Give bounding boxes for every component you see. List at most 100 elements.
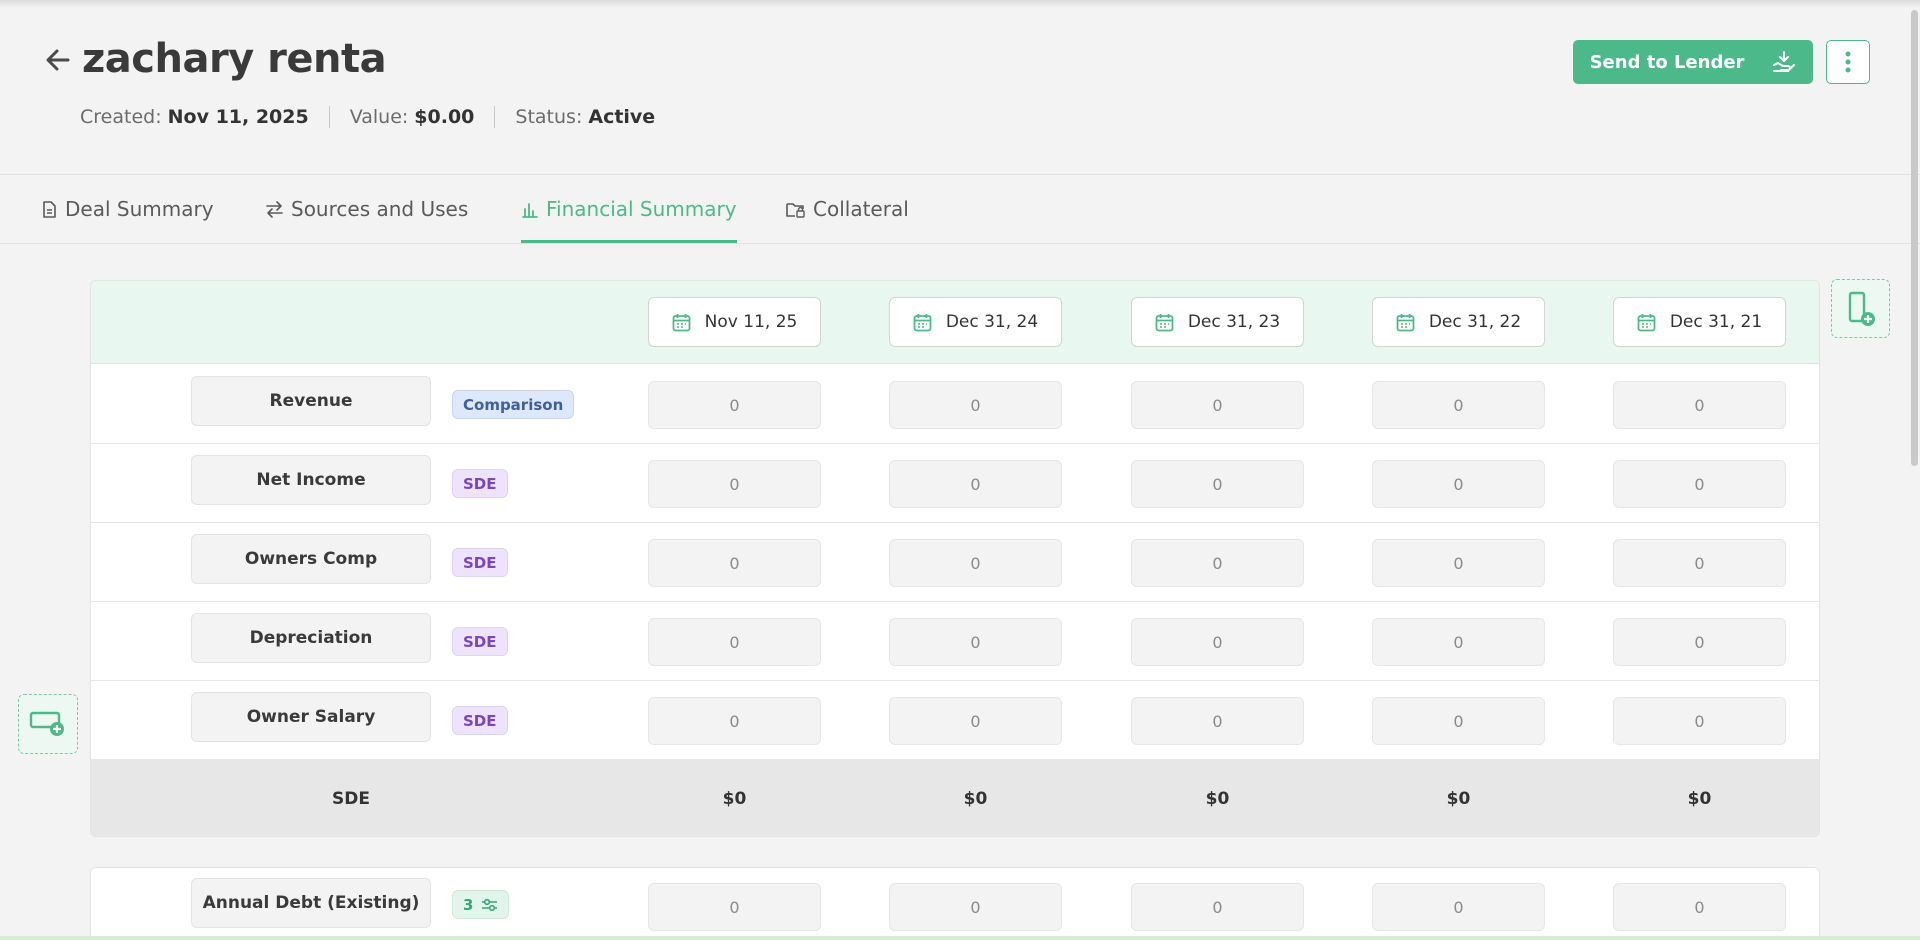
debt-count-badge[interactable]: 3 [452,890,510,919]
row-label[interactable]: Depreciation [191,613,431,663]
created-value: Nov 11, 2025 [167,106,309,128]
tab-deal-summary[interactable]: Deal Summary [42,175,214,243]
page-title: zachary renta [82,36,387,82]
financial-summary-table: Nov 11, 25 Dec 31, 24 Dec 31, 23 Dec 31,… [90,280,1820,837]
value-cell[interactable]: 0 [1372,381,1545,429]
kebab-menu-icon [1845,51,1851,73]
value-cell[interactable]: 0 [1613,697,1786,745]
bar-chart-icon [522,202,538,218]
sde-badge[interactable]: SDE [452,706,508,735]
value-cell[interactable]: 0 [1131,883,1304,931]
row-label[interactable]: Net Income [191,455,431,505]
value-cell[interactable]: 0 [648,460,821,508]
sde-badge[interactable]: SDE [452,627,508,656]
date-label: Nov 11, 25 [704,312,798,332]
sde-total-row: SDE $0 $0 $0 $0 $0 [91,759,1819,836]
value-cell[interactable]: 0 [648,883,821,931]
value-cell[interactable]: 0 [1613,460,1786,508]
value-label: Value: [349,106,409,128]
date-picker[interactable]: Dec 31, 24 [889,297,1062,347]
value-cell[interactable]: 0 [648,539,821,587]
total-value: $0 [722,788,747,809]
calendar-icon [1155,313,1174,331]
date-picker[interactable]: Dec 31, 22 [1372,297,1545,347]
back-arrow-icon[interactable] [42,44,74,76]
deal-meta: Created: Nov 11, 2025 Value: $0.00 Statu… [80,106,655,128]
deal-header: zachary renta Created: Nov 11, 2025 Valu… [0,0,1920,174]
date-picker[interactable]: Nov 11, 25 [648,297,821,347]
add-row-button[interactable] [18,694,78,754]
value-cell[interactable]: 0 [1131,697,1304,745]
value-cell[interactable]: 0 [1372,697,1545,745]
row-label[interactable]: Annual Debt (Existing) [191,878,431,928]
date-label: Dec 31, 23 [1187,312,1281,332]
value-cell[interactable]: 0 [889,883,1062,931]
tab-sources-and-uses[interactable]: Sources and Uses [266,175,468,243]
divider [328,106,330,128]
more-options-button[interactable] [1826,40,1870,84]
add-row-icon [29,711,64,736]
sde-badge[interactable]: SDE [452,548,508,577]
value-cell[interactable]: 0 [1131,539,1304,587]
tab-label: Financial Summary [546,197,737,221]
folder-lock-icon [786,202,805,218]
value-cell[interactable]: 0 [1372,883,1545,931]
tab-collateral[interactable]: Collateral [786,175,909,243]
annual-debt-table: Annual Debt (Existing) 3 0 0 0 0 0 [90,867,1820,940]
value-cell[interactable]: 0 [1613,618,1786,666]
value-cell[interactable]: 0 [889,697,1062,745]
date-picker[interactable]: Dec 31, 21 [1613,297,1786,347]
table-header: Nov 11, 25 Dec 31, 24 Dec 31, 23 Dec 31,… [91,281,1819,364]
comparison-badge[interactable]: Comparison [452,390,575,419]
date-label: Dec 31, 21 [1669,312,1763,332]
row-label[interactable]: Owners Comp [191,534,431,584]
value-cell[interactable]: 0 [648,697,821,745]
divider [494,106,496,128]
value-cell[interactable]: 0 [1131,618,1304,666]
row-label[interactable]: Revenue [191,376,431,426]
table-row: Owner Salary SDE 0 0 0 0 0 [91,681,1819,760]
date-label: Dec 31, 24 [945,312,1039,332]
value-cell[interactable]: 0 [889,618,1062,666]
date-label: Dec 31, 22 [1428,312,1522,332]
value-cell[interactable]: 0 [1613,883,1786,931]
bottom-edge [0,936,1920,940]
total-label: SDE [332,788,370,809]
add-column-icon [1848,291,1875,326]
value-cell[interactable]: 0 [648,618,821,666]
tab-label: Deal Summary [65,197,214,221]
calendar-icon [1637,313,1656,331]
vertical-scrollbar[interactable] [1911,10,1918,466]
calendar-icon [1396,313,1415,331]
document-icon [43,200,56,218]
tab-bar: Deal Summary Sources and Uses Financial … [0,175,1920,243]
value-cell[interactable]: 0 [1372,618,1545,666]
add-column-button[interactable] [1831,279,1890,338]
status-meta: Status: Active [515,106,655,128]
value-cell[interactable]: 0 [1372,460,1545,508]
tab-financial-summary[interactable]: Financial Summary [521,175,737,243]
total-value: $0 [1205,788,1230,809]
value-cell[interactable]: 0 [1131,460,1304,508]
value-cell[interactable]: 0 [1131,381,1304,429]
value-value: $0.00 [414,106,475,128]
status-label: Status: [515,106,583,128]
value-cell[interactable]: 0 [889,539,1062,587]
date-picker[interactable]: Dec 31, 23 [1131,297,1304,347]
value-cell[interactable]: 0 [889,460,1062,508]
value-cell[interactable]: 0 [1613,539,1786,587]
table-row: Revenue Comparison 0 0 0 0 0 [91,365,1819,444]
total-value: $0 [1446,788,1471,809]
row-label[interactable]: Owner Salary [191,692,431,742]
value-cell[interactable]: 0 [1372,539,1545,587]
sde-badge[interactable]: SDE [452,469,508,498]
value-cell[interactable]: 0 [889,381,1062,429]
send-to-lender-button[interactable]: Send to Lender [1573,40,1813,84]
created-meta: Created: Nov 11, 2025 [80,106,309,128]
value-cell[interactable]: 0 [648,381,821,429]
tabs-divider [0,243,1920,244]
value-cell[interactable]: 0 [1613,381,1786,429]
tab-label: Sources and Uses [291,197,469,221]
send-to-lender-label: Send to Lender [1589,51,1745,73]
sliders-icon [482,898,498,911]
